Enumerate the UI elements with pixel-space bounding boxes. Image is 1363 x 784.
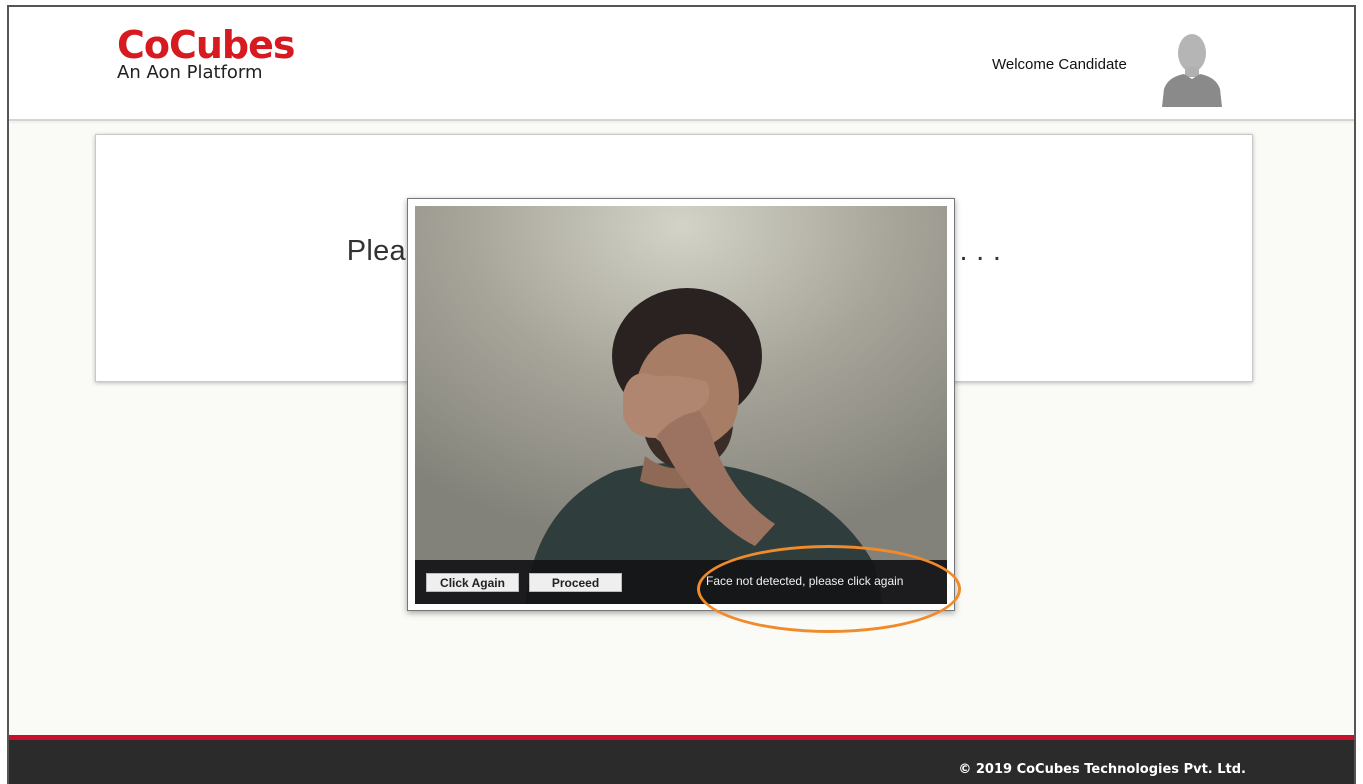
app-window: CoCubes An Aon Platform Welcome Candidat… [7, 5, 1356, 784]
webcam-preview: Click Again Proceed Face not detected, p… [415, 206, 947, 604]
cocubes-logo: CoCubes An Aon Platform [117, 23, 296, 83]
camera-capture-modal: Click Again Proceed Face not detected, p… [407, 198, 955, 611]
page-footer: © 2019 CoCubes Technologies Pvt. Ltd. [9, 735, 1354, 784]
face-detection-status: Face not detected, please click again [706, 574, 904, 588]
logo-brand-name: CoCubes [117, 23, 296, 67]
proceed-button[interactable]: Proceed [529, 573, 622, 592]
capture-control-bar: Click Again Proceed Face not detected, p… [415, 560, 947, 604]
page-header: CoCubes An Aon Platform Welcome Candidat… [9, 7, 1354, 121]
copyright-text: © 2019 CoCubes Technologies Pvt. Ltd. [958, 762, 1246, 777]
click-again-button[interactable]: Click Again [426, 573, 519, 592]
welcome-text: Welcome Candidate [992, 56, 1127, 73]
user-avatar-icon[interactable] [1160, 27, 1224, 107]
